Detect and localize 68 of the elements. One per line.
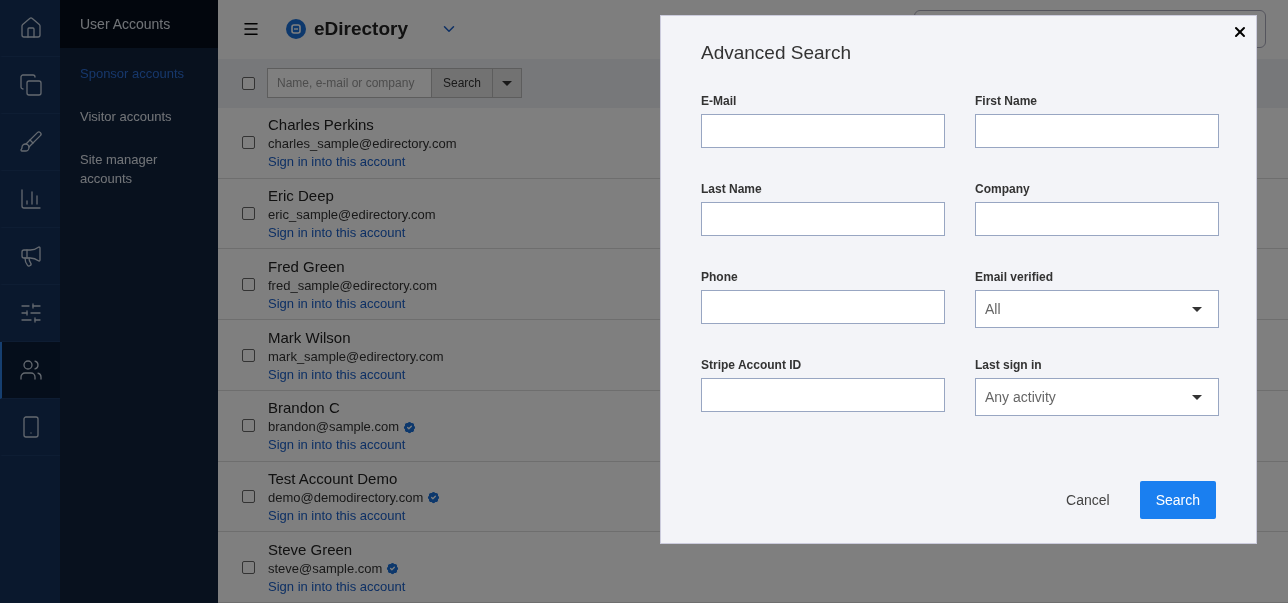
row-checkbox[interactable] [242,560,255,574]
field-label: Last Name [701,182,763,196]
close-icon [1232,24,1248,40]
row-checkbox[interactable] [242,277,255,291]
select-all-checkbox[interactable] [242,76,255,90]
search-submit-button[interactable]: Search [1139,481,1216,519]
caret-icon [1192,306,1202,312]
field-label: First Name [975,94,1039,108]
field-label: Company [975,182,1031,196]
logo-icon [286,19,306,40]
account-name: Mark Wilson [268,327,352,348]
account-email: brandon@sample.com [268,418,399,437]
field-label: Last sign in [975,358,1043,372]
account-name: Test Account Demo [268,468,399,489]
home-icon [19,16,43,40]
input-field[interactable] [975,202,1219,236]
row-checkbox[interactable] [242,207,255,221]
nav-rail-item[interactable] [0,342,60,399]
sidebar-item[interactable]: Visitor accounts [80,107,198,126]
sign-in-link[interactable]: Sign in into this account [268,506,442,524]
sign-in-link[interactable]: Sign in into this account [268,436,417,454]
caret-icon [502,80,513,86]
sign-in-link[interactable]: Sign in into this account [268,577,406,595]
row-checkbox[interactable] [242,348,255,362]
dropdown-button[interactable] [493,68,523,99]
input-field[interactable] [701,114,945,148]
field-label: E-Mail [701,94,738,108]
field-label: Stripe Account ID [701,358,803,372]
chart-icon [19,187,43,211]
sign-in-link[interactable]: Sign in into this account [268,365,444,383]
row-checkbox[interactable] [242,489,255,503]
account-email: fred_sample@edirectory.com [268,276,438,295]
cancel-button[interactable]: Cancel [1060,491,1116,509]
account-name: Eric Deep [268,186,335,207]
megaphone-icon [19,244,43,268]
account-email: mark_sample@edirectory.com [268,347,444,366]
row-checkbox[interactable] [242,136,255,150]
account-email: steve@sample.com [268,559,383,578]
account-email: demo@demodirectory.com [268,488,424,507]
dialog-title: Advanced Search [701,42,852,64]
documents-icon [19,73,43,97]
account-name: Charles Perkins [268,115,375,136]
row-checkbox[interactable] [242,419,255,433]
account-email: eric_sample@edirectory.com [268,206,436,225]
select-field[interactable]: Any activity [975,378,1219,416]
brand-name: eDirectory [314,18,408,41]
input-field[interactable] [701,202,945,236]
sidebar-item[interactable]: Site manager accounts [80,150,198,188]
brush-icon [19,130,43,154]
account-name: Brandon C [268,398,341,419]
input-field[interactable] [975,114,1219,148]
sign-in-link[interactable]: Sign in into this account [268,153,457,171]
sliders-icon [19,301,43,325]
account-email: charles_sample@edirectory.com [268,135,457,154]
input-field[interactable] [701,378,945,412]
account-name: Steve Green [268,539,354,560]
input-field[interactable] [701,290,945,324]
sidebar-title: User Accounts [60,0,218,48]
sign-in-link[interactable]: Sign in into this account [268,294,438,312]
search-button[interactable]: Search [432,68,494,99]
caret-icon [1192,394,1202,400]
select-field[interactable]: All [975,290,1219,328]
sign-in-link[interactable]: Sign in into this account [268,224,436,242]
account-name: Fred Green [268,256,346,277]
field-label: Phone [701,270,739,284]
close-button[interactable] [1232,24,1248,40]
field-label: Email verified [975,270,1055,284]
users-icon [19,358,43,382]
